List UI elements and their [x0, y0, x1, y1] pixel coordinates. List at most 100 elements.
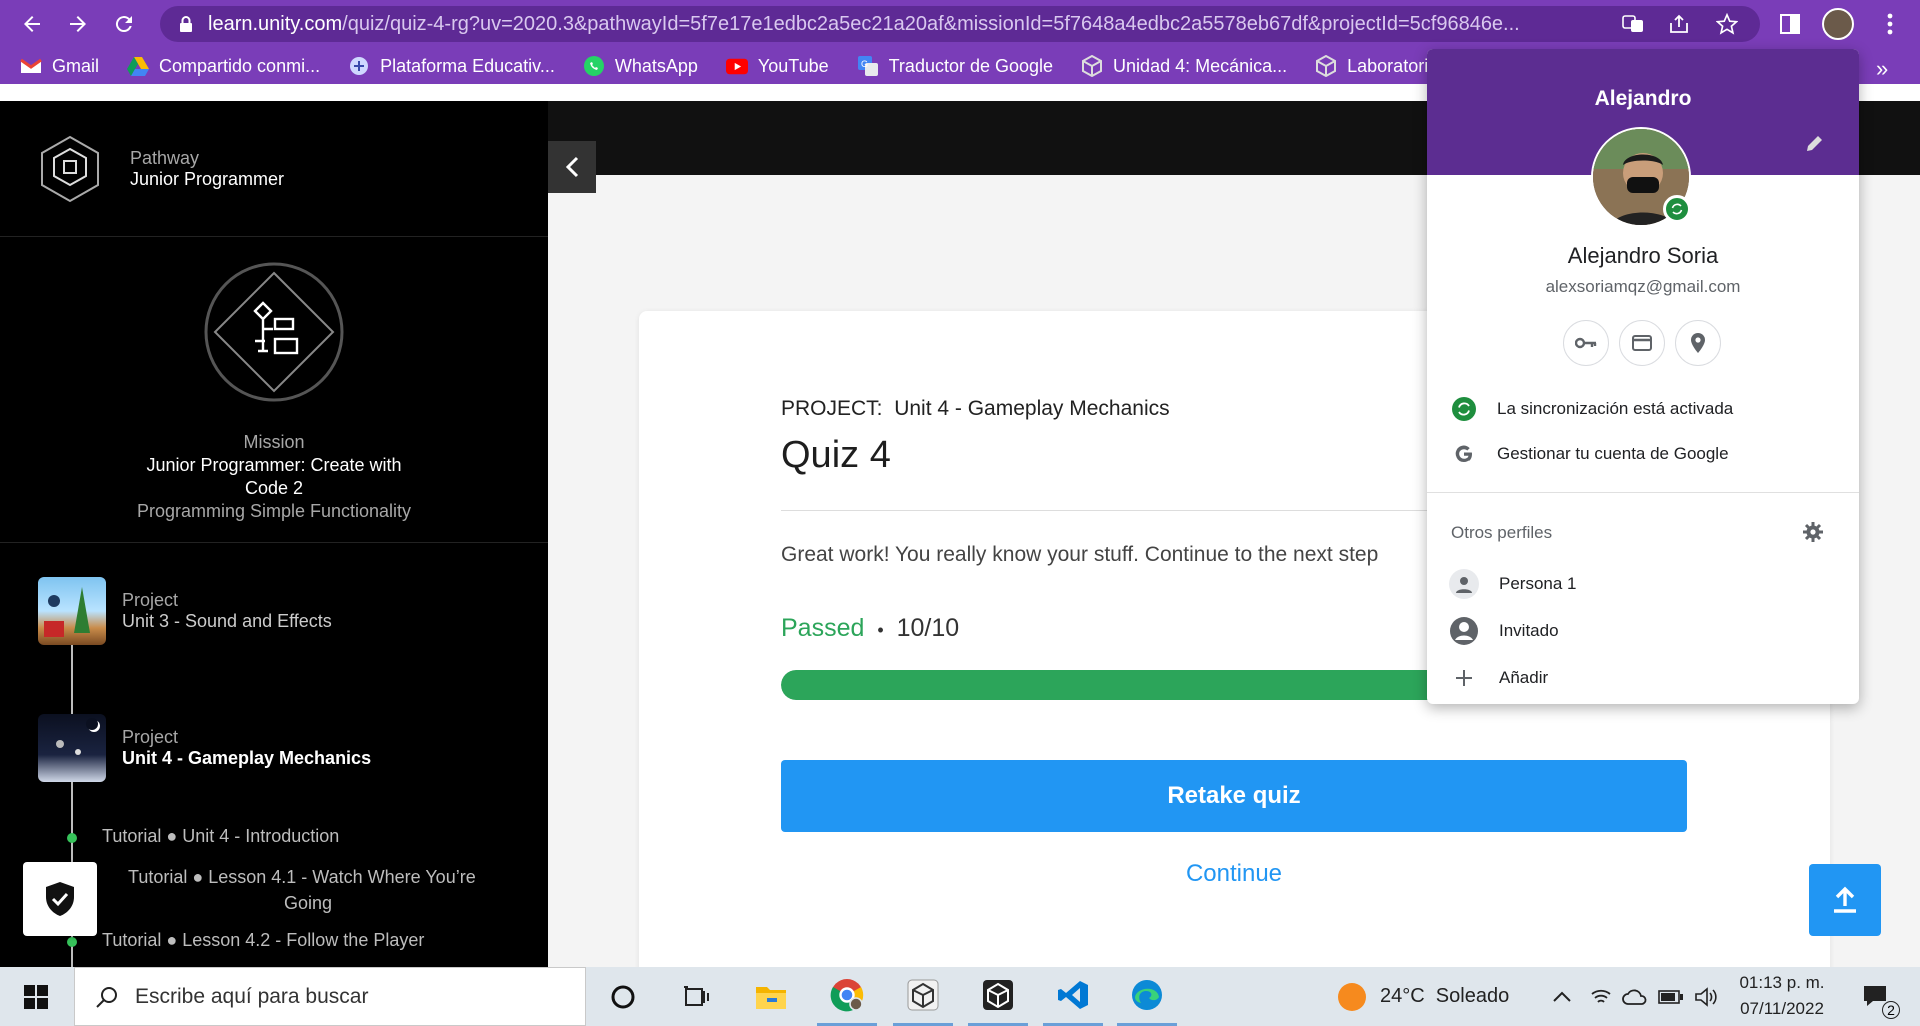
- gear-icon[interactable]: [1803, 522, 1823, 542]
- location-pin-icon: [1691, 333, 1705, 353]
- unity-editor-app[interactable]: [968, 967, 1028, 1026]
- side-panel-icon: [1780, 14, 1800, 34]
- cloud-icon[interactable]: [1622, 988, 1648, 1006]
- task-view-button[interactable]: [666, 967, 726, 1026]
- arrow-left-icon: [24, 16, 40, 32]
- battery-icon[interactable]: [1658, 989, 1684, 1004]
- security-badge-button[interactable]: [23, 862, 97, 936]
- profile-header-name: Alejandro: [1594, 87, 1692, 110]
- tutorial-item-line2[interactable]: Going: [284, 893, 332, 914]
- project-name: Unit 4 - Gameplay Mechanics: [122, 748, 372, 768]
- bookmark-translate[interactable]: G Traductor de Google: [857, 55, 1053, 77]
- back-button[interactable]: [12, 4, 52, 44]
- status-badge: Passed: [781, 614, 865, 642]
- share-icon[interactable]: [1668, 13, 1690, 35]
- retake-quiz-button[interactable]: Retake quiz: [781, 760, 1687, 832]
- mission-badge-icon: [204, 262, 344, 402]
- sync-badge-icon: [1663, 195, 1691, 223]
- project-label: Project: [122, 590, 179, 610]
- sync-status-row[interactable]: La sincronización está activada: [1451, 396, 1733, 422]
- lock-icon[interactable]: [178, 15, 194, 33]
- weather-widget[interactable]: 24°C Soleado: [1338, 967, 1509, 1026]
- bookmark-unity[interactable]: Unidad 4: Mecánica...: [1081, 55, 1287, 77]
- youtube-icon: [725, 55, 748, 77]
- project-thumbnail: [38, 714, 106, 782]
- address-bar[interactable]: learn.unity.com/quiz/quiz-4-rg?uv=2020.3…: [160, 6, 1760, 42]
- bookmark-drive[interactable]: Compartido conmi...: [127, 55, 320, 77]
- avatar: [1822, 8, 1854, 40]
- project-label: Project: [122, 727, 179, 747]
- collapse-sidebar-button[interactable]: [548, 141, 596, 193]
- tutorial-item[interactable]: Tutorial ● Lesson 4.1 - Watch Where You’…: [128, 867, 476, 888]
- mission-name: Junior Programmer: Create with: [146, 455, 402, 475]
- side-panel-button[interactable]: [1770, 4, 1810, 44]
- profile-email: alexsoriamqz@gmail.com: [1545, 277, 1741, 296]
- more-bookmarks-button[interactable]: »: [1876, 56, 1888, 82]
- pathway-header[interactable]: Pathway Junior Programmer: [0, 101, 548, 237]
- taskbar-search-input[interactable]: Escribe aquí para buscar: [74, 967, 586, 1026]
- bookmark-youtube[interactable]: YouTube: [725, 55, 829, 77]
- start-button[interactable]: [6, 967, 66, 1026]
- payment-methods-button[interactable]: [1619, 320, 1665, 366]
- chevron-up-icon[interactable]: [1552, 991, 1572, 1003]
- project-item-unit4[interactable]: Project Unit 4 - Gameplay Mechanics: [38, 714, 371, 782]
- unity-hub-app[interactable]: [893, 967, 953, 1026]
- other-profiles-label: Otros perfiles: [1451, 523, 1553, 542]
- wifi-icon[interactable]: [1590, 988, 1612, 1006]
- volume-icon[interactable]: [1694, 986, 1720, 1008]
- vscode-app[interactable]: [1043, 967, 1103, 1026]
- manage-account-row[interactable]: Gestionar tu cuenta de Google: [1451, 441, 1729, 467]
- unity-icon: [1315, 55, 1337, 77]
- profile-item-guest[interactable]: Invitado: [1449, 616, 1559, 646]
- tutorial-complete-dot: [67, 833, 77, 843]
- search-icon: [96, 986, 117, 1008]
- url-text[interactable]: learn.unity.com/quiz/quiz-4-rg?uv=2020.3…: [208, 13, 1628, 36]
- star-icon[interactable]: [1716, 13, 1738, 35]
- taskbar-clock[interactable]: 01:13 p. m. 07/11/2022: [1732, 970, 1832, 1022]
- profile-popup: Alejandro Alejandro Soria alexsoriamqz@g…: [1427, 49, 1859, 704]
- google-g-icon: [1451, 441, 1477, 467]
- chevron-left-icon: [565, 156, 579, 178]
- notifications-button[interactable]: 2: [1846, 967, 1906, 1026]
- chrome-app[interactable]: [817, 967, 877, 1026]
- cortana-button[interactable]: [593, 967, 653, 1026]
- bookmark-lab[interactable]: Laboratorio: [1315, 55, 1438, 77]
- chrome-icon: [830, 979, 864, 1012]
- edit-pencil-icon[interactable]: [1805, 133, 1825, 153]
- translate-icon[interactable]: [1622, 13, 1644, 35]
- quiz-title: Quiz 4: [781, 434, 891, 476]
- continue-link[interactable]: Continue: [781, 860, 1687, 888]
- project-name: Unit 3 - Sound and Effects: [122, 611, 332, 631]
- arrow-right-icon: [70, 16, 86, 32]
- platform-icon: [348, 55, 370, 77]
- profile-button[interactable]: [1818, 4, 1858, 44]
- passwords-button[interactable]: [1563, 320, 1609, 366]
- upload-arrow-icon: [1834, 886, 1856, 913]
- project-item-unit3[interactable]: Project Unit 3 - Sound and Effects: [38, 577, 332, 645]
- profile-item-persona1[interactable]: Persona 1: [1449, 569, 1577, 599]
- edge-icon: [1132, 980, 1162, 1010]
- credit-card-icon: [1632, 335, 1652, 351]
- drive-icon: [127, 55, 150, 77]
- forward-button[interactable]: [58, 4, 98, 44]
- score-value: 10/10: [896, 614, 960, 642]
- reload-icon: [115, 16, 132, 33]
- translate-icon: G: [857, 55, 879, 77]
- quiz-score: Passed • 10/10: [781, 614, 960, 642]
- bookmark-whatsapp[interactable]: WhatsApp: [583, 55, 698, 77]
- tutorial-item[interactable]: Tutorial ● Lesson 4.2 - Follow the Playe…: [102, 930, 424, 951]
- file-explorer-app[interactable]: [741, 967, 801, 1026]
- reload-button[interactable]: [104, 4, 144, 44]
- menu-button[interactable]: [1870, 4, 1910, 44]
- project-heading: PROJECT: Unit 4 - Gameplay Mechanics: [781, 397, 1170, 420]
- add-profile-button[interactable]: Añadir: [1449, 663, 1548, 693]
- project-thumbnail: [38, 577, 106, 645]
- bookmark-gmail[interactable]: Gmail: [20, 55, 99, 77]
- pathway-logo-icon: [41, 135, 99, 202]
- edge-app[interactable]: [1117, 967, 1177, 1026]
- scroll-to-top-button[interactable]: [1809, 864, 1881, 936]
- bookmark-platform[interactable]: Plataforma Educativ...: [348, 55, 555, 77]
- addresses-button[interactable]: [1675, 320, 1721, 366]
- unity-hub-icon: [907, 979, 939, 1011]
- tutorial-item[interactable]: Tutorial ● Unit 4 - Introduction: [102, 826, 339, 847]
